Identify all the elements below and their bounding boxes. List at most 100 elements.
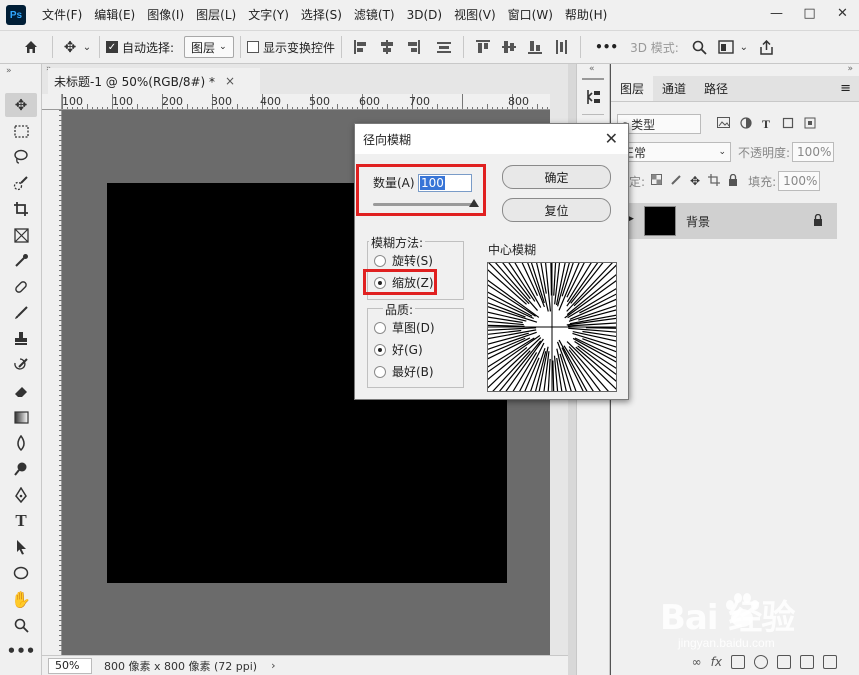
dodge-tool-icon[interactable] <box>5 457 37 481</box>
radio-draft-button[interactable] <box>374 321 386 334</box>
healing-brush-tool-icon[interactable] <box>5 275 37 299</box>
marquee-tool-icon[interactable] <box>5 119 37 143</box>
tab-layers[interactable]: 图层 <box>611 76 654 101</box>
radio-zoom-button[interactable] <box>374 276 386 289</box>
lock-pixels-icon[interactable] <box>670 174 682 189</box>
menu-layer[interactable]: 图层(L) <box>190 0 242 30</box>
collapse-icon[interactable]: « <box>589 64 595 74</box>
amount-slider-thumb[interactable] <box>469 199 479 207</box>
path-select-tool-icon[interactable] <box>5 535 37 559</box>
opacity-field[interactable]: 100% <box>792 142 835 162</box>
tab-channels[interactable]: 通道 <box>653 76 695 101</box>
menu-file[interactable]: 文件(F) <box>36 0 88 30</box>
radio-good-button[interactable] <box>374 343 386 356</box>
move-tool-icon[interactable]: ✥ <box>5 93 37 117</box>
show-transform-checkbox[interactable] <box>247 41 260 53</box>
collapse-icon[interactable]: » <box>6 66 12 76</box>
more-tools-icon[interactable]: ••• <box>5 639 37 663</box>
gradient-tool-icon[interactable] <box>5 405 37 429</box>
radio-best[interactable]: 最好(B) <box>374 363 434 380</box>
home-icon[interactable] <box>16 39 46 55</box>
menu-help[interactable]: 帮助(H) <box>559 0 613 30</box>
align-bottom-icon[interactable] <box>527 39 543 55</box>
radio-spin[interactable]: 旋转(S) <box>374 252 433 269</box>
crop-tool-icon[interactable] <box>5 197 37 221</box>
menu-view[interactable]: 视图(V) <box>448 0 502 30</box>
radio-best-button[interactable] <box>374 365 386 378</box>
more-options-button[interactable]: ••• <box>595 40 618 54</box>
eyedropper-tool-icon[interactable] <box>5 249 37 273</box>
collapse-icon[interactable]: » <box>847 64 853 74</box>
menu-edit[interactable]: 编辑(E) <box>88 0 141 30</box>
align-center-icon[interactable] <box>379 39 395 55</box>
stamp-tool-icon[interactable] <box>5 327 37 351</box>
ruler-origin[interactable] <box>42 94 62 110</box>
distribute-vertical-icon[interactable] <box>553 39 569 55</box>
panel-menu-icon[interactable]: ≡ <box>840 76 851 101</box>
auto-select-checkbox[interactable]: ✓ <box>106 41 118 53</box>
zoom-field[interactable]: 50% <box>48 657 92 674</box>
tab-paths[interactable]: 路径 <box>695 76 737 101</box>
frame-tool-icon[interactable] <box>5 223 37 247</box>
lock-position-icon[interactable]: ✥ <box>690 174 700 188</box>
filter-smartobject-icon[interactable] <box>804 117 816 132</box>
radio-zoom[interactable]: 缩放(Z) <box>374 274 434 291</box>
menu-filter[interactable]: 滤镜(T) <box>348 0 401 30</box>
share-icon[interactable] <box>755 39 779 55</box>
menu-image[interactable]: 图像(I) <box>141 0 190 30</box>
dialog-close-button[interactable]: ✕ <box>605 129 618 148</box>
chevron-down-icon[interactable]: ⌄ <box>737 42 751 53</box>
distribute-icon[interactable] <box>436 39 452 55</box>
menu-3d[interactable]: 3D(D) <box>401 0 448 30</box>
ok-button[interactable]: 确定 <box>502 165 611 189</box>
lasso-tool-icon[interactable] <box>5 145 37 169</box>
filter-type-icon[interactable]: T <box>762 117 770 132</box>
filter-image-icon[interactable] <box>717 117 730 131</box>
move-tool-icon[interactable]: ✥ <box>59 38 81 56</box>
menu-select[interactable]: 选择(S) <box>295 0 348 30</box>
amount-slider-track[interactable] <box>373 203 474 206</box>
radio-draft[interactable]: 草图(D) <box>374 319 435 336</box>
blend-mode-dropdown[interactable]: 正常 ⌄ <box>617 142 731 162</box>
history-brush-tool-icon[interactable] <box>5 353 37 377</box>
lock-artboard-icon[interactable] <box>708 173 721 189</box>
eraser-tool-icon[interactable] <box>5 379 37 403</box>
align-left-icon[interactable] <box>353 39 369 55</box>
menu-window[interactable]: 窗口(W) <box>502 0 559 30</box>
ellipse-tool-icon[interactable] <box>5 561 37 585</box>
radio-spin-button[interactable] <box>374 254 386 267</box>
reset-button[interactable]: 复位 <box>502 198 611 222</box>
align-middle-icon[interactable] <box>501 39 517 55</box>
amount-input[interactable]: 100 <box>418 174 472 192</box>
zoom-tool-icon[interactable] <box>5 613 37 637</box>
auto-select-target-dropdown[interactable]: 图层 ⌄ <box>184 36 235 58</box>
lock-transparent-icon[interactable] <box>651 174 663 188</box>
fill-field[interactable]: 100% <box>778 171 821 191</box>
chevron-down-icon[interactable]: ⌄ <box>81 42 93 53</box>
quick-select-tool-icon[interactable] <box>5 171 37 195</box>
workspace-icon[interactable] <box>715 40 737 54</box>
restore-button[interactable]: □ <box>793 0 826 26</box>
type-tool-icon[interactable]: T <box>5 509 37 533</box>
document-tab[interactable]: 未标题-1 @ 50%(RGB/8#) * × <box>48 68 260 94</box>
search-icon[interactable] <box>689 40 711 55</box>
align-right-icon[interactable] <box>405 39 421 55</box>
filter-adjustment-icon[interactable] <box>740 116 752 132</box>
blur-center-preview[interactable] <box>457 232 647 422</box>
align-top-icon[interactable] <box>475 39 491 55</box>
filter-shape-icon[interactable] <box>782 117 794 132</box>
lock-all-icon[interactable] <box>728 173 738 189</box>
brush-tool-icon[interactable] <box>5 301 37 325</box>
filter-kind-dropdown[interactable]: ⌕ 类型 <box>617 114 701 134</box>
tab-close-icon[interactable]: × <box>225 74 235 88</box>
close-button[interactable]: ✕ <box>826 0 859 26</box>
layer-row-background[interactable]: ▶ 背景 <box>611 203 837 239</box>
hand-tool-icon[interactable]: ✋ <box>5 587 37 611</box>
menu-type[interactable]: 文字(Y) <box>242 0 295 30</box>
radio-good[interactable]: 好(G) <box>374 341 423 358</box>
pen-tool-icon[interactable] <box>5 483 37 507</box>
history-panel-icon[interactable] <box>584 88 602 109</box>
minimize-button[interactable]: — <box>760 0 793 26</box>
status-menu-arrow[interactable]: › <box>271 659 275 672</box>
blur-tool-icon[interactable] <box>5 431 37 455</box>
